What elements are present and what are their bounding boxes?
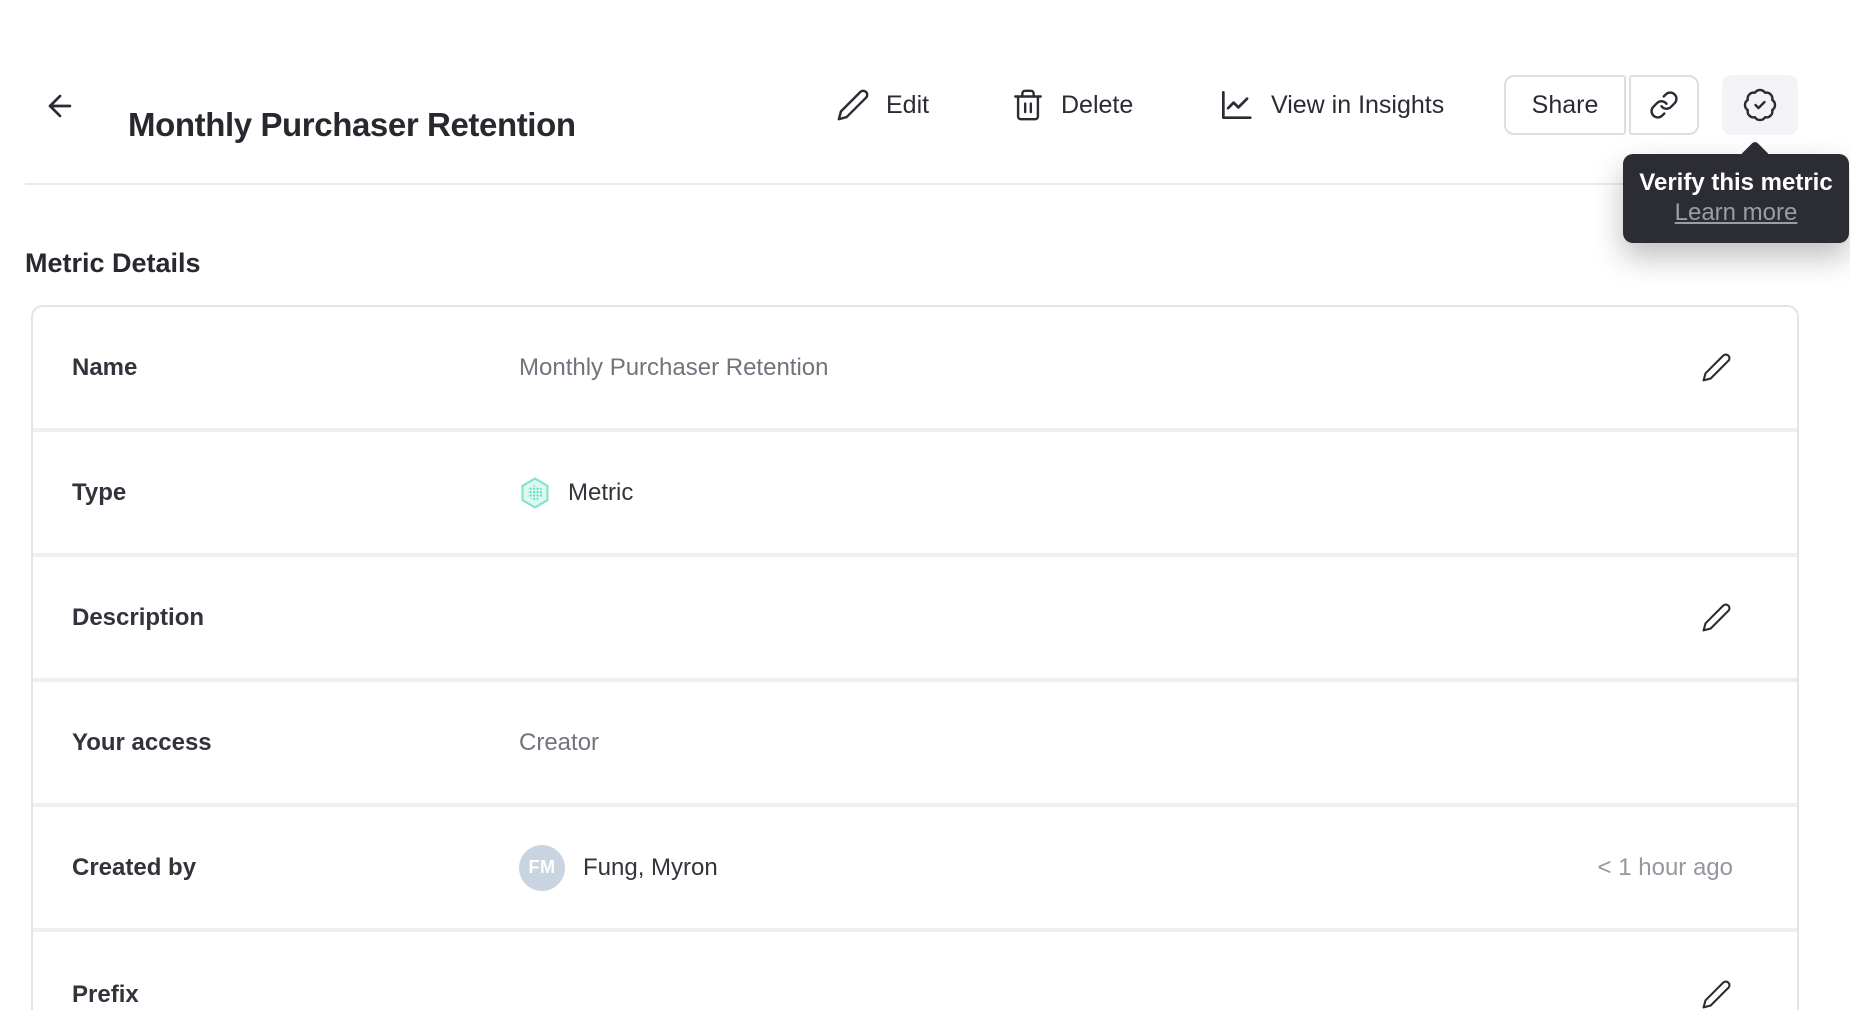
back-button[interactable]	[42, 88, 78, 124]
table-row-type: Type Metric	[33, 432, 1797, 557]
verify-metric-button[interactable]	[1722, 75, 1798, 135]
row-label: Type	[72, 478, 127, 506]
edit-button-label: Edit	[886, 90, 930, 119]
edit-name-button[interactable]	[1699, 351, 1733, 385]
delete-button[interactable]: Delete	[1011, 75, 1133, 135]
pencil-icon	[1701, 352, 1732, 383]
arrow-left-icon	[43, 89, 77, 123]
metric-hexagon-icon	[519, 477, 551, 509]
row-label: Your access	[72, 728, 212, 756]
row-label: Description	[72, 603, 205, 631]
copy-link-button[interactable]	[1629, 75, 1699, 135]
table-row-created-by: Created by FM Fung, Myron < 1 hour ago	[33, 807, 1797, 932]
view-in-insights-button[interactable]: View in Insights	[1217, 75, 1444, 135]
avatar: FM	[519, 844, 565, 891]
name-value: Monthly Purchaser Retention	[519, 353, 829, 381]
type-value: Metric	[568, 478, 634, 506]
share-button-label: Share	[1531, 90, 1599, 119]
pencil-icon	[1701, 979, 1732, 1010]
edit-button[interactable]: Edit	[836, 75, 929, 135]
header-divider	[25, 183, 1850, 185]
edit-description-button[interactable]	[1699, 601, 1733, 635]
table-row-description: Description	[33, 557, 1797, 682]
pencil-icon	[836, 88, 870, 122]
row-label: Prefix	[72, 980, 139, 1008]
view-in-insights-label: View in Insights	[1271, 90, 1445, 119]
trash-icon	[1011, 88, 1045, 122]
section-title: Metric Details	[25, 248, 201, 279]
created-timestamp: < 1 hour ago	[1597, 853, 1733, 881]
link-icon	[1649, 90, 1679, 120]
metric-details-card: Name Monthly Purchaser Retention Type Me…	[31, 305, 1799, 1010]
pencil-icon	[1701, 602, 1732, 633]
share-button[interactable]: Share	[1504, 75, 1626, 135]
learn-more-link[interactable]: Learn more	[1675, 198, 1798, 228]
table-row-prefix: Prefix	[33, 932, 1797, 1010]
row-label: Created by	[72, 853, 197, 881]
delete-button-label: Delete	[1061, 90, 1134, 119]
metric-details-page: Monthly Purchaser Retention Edit Delete	[0, 0, 1850, 1010]
access-value: Creator	[519, 728, 600, 756]
table-row-your-access: Your access Creator	[33, 682, 1797, 807]
table-row-name: Name Monthly Purchaser Retention	[33, 307, 1797, 432]
created-by-value: Fung, Myron	[583, 853, 718, 881]
verify-metric-tooltip: Verify this metric Learn more	[1623, 154, 1849, 243]
row-label: Name	[72, 353, 138, 381]
edit-prefix-button[interactable]	[1699, 978, 1733, 1010]
badge-check-icon	[1742, 87, 1778, 123]
page-title: Monthly Purchaser Retention	[128, 106, 576, 144]
line-chart-icon	[1217, 86, 1255, 124]
tooltip-title: Verify this metric	[1639, 169, 1833, 196]
